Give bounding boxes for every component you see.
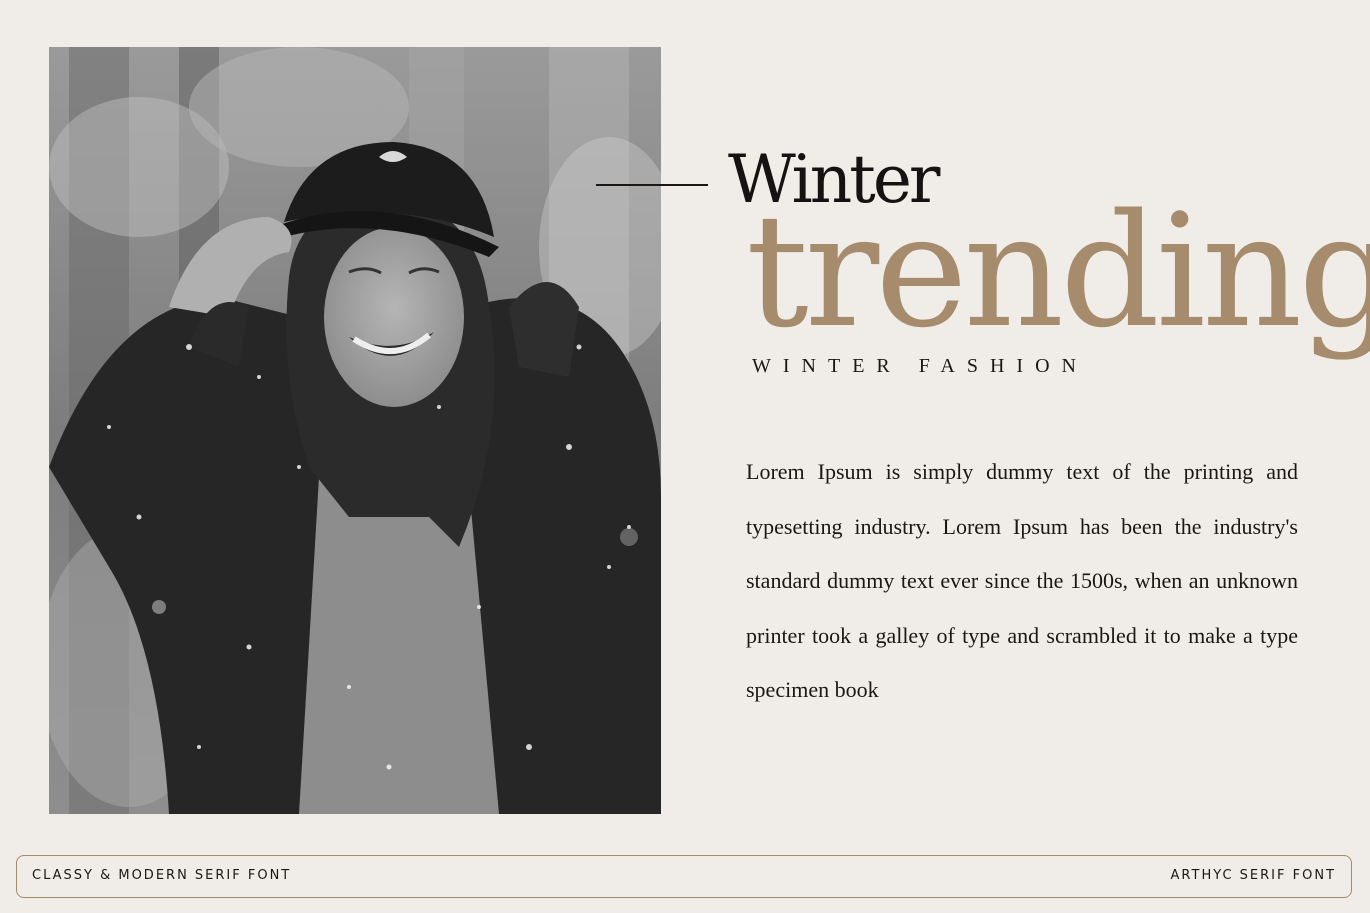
winter-portrait-photo bbox=[49, 47, 661, 814]
body-paragraph: Lorem Ipsum is simply dummy text of the … bbox=[746, 459, 1298, 702]
footer-right-label: ARTHYC SERIF FONT bbox=[1170, 868, 1336, 883]
footer-bar: CLASSY & MODERN SERIF FONT ARTHYC SERIF … bbox=[16, 855, 1352, 898]
headline-subtitle: WINTER FASHION bbox=[752, 355, 1088, 377]
headline-rule-line bbox=[596, 184, 708, 186]
portrait-illustration bbox=[49, 47, 661, 814]
footer-left-label: CLASSY & MODERN SERIF FONT bbox=[32, 868, 292, 883]
headline-trending: trending bbox=[746, 180, 1370, 362]
